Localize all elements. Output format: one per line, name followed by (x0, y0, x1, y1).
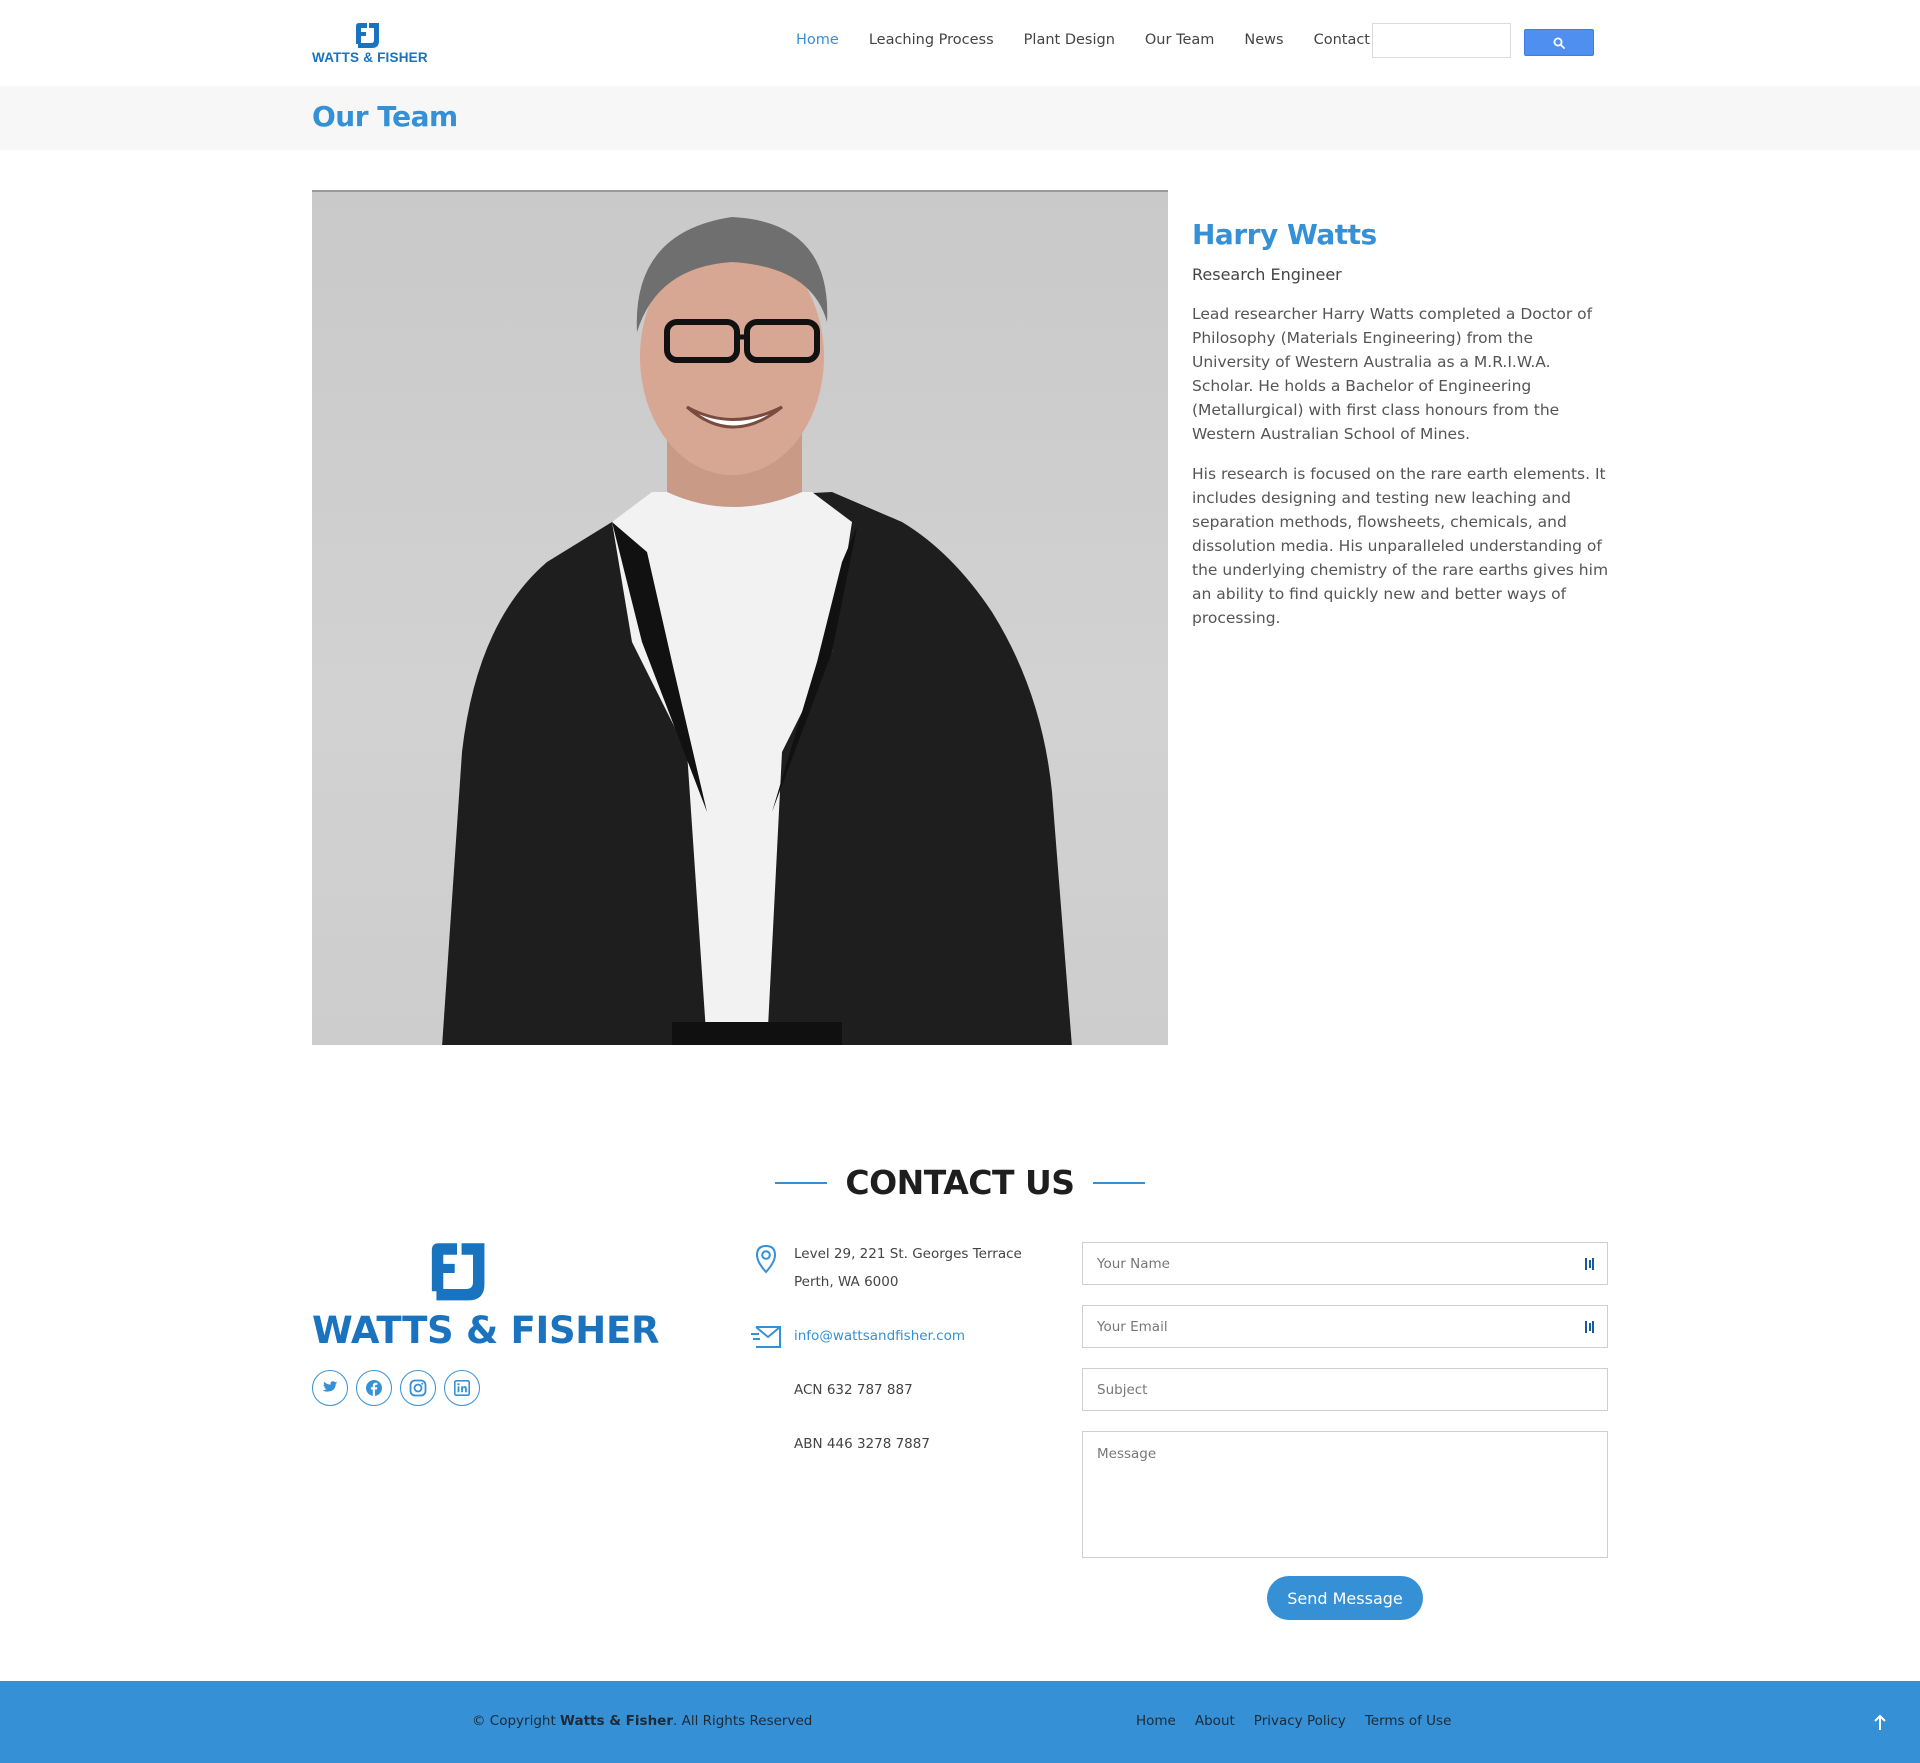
address-line: Level 29, 221 St. Georges Terrace (794, 1246, 1022, 1262)
acn-text: ACN 632 787 887 (794, 1382, 913, 1398)
instagram-icon (409, 1379, 427, 1397)
copyright-brand: Watts & Fisher (560, 1713, 673, 1729)
search-input[interactable] (1372, 23, 1511, 58)
password-manager-icon[interactable] (1585, 1319, 1595, 1335)
logo-mark-icon (356, 23, 379, 48)
nav-item-contact[interactable]: Contact (1314, 32, 1370, 48)
location-pin-icon (755, 1244, 777, 1274)
facebook-icon (366, 1380, 382, 1396)
nav-item-leaching-process[interactable]: Leaching Process (869, 32, 994, 48)
profile-photo (312, 190, 1168, 1045)
twitter-icon (322, 1381, 338, 1392)
footer-link-privacy-policy[interactable]: Privacy Policy (1254, 1713, 1346, 1729)
page-title: Our Team (312, 100, 458, 133)
copyright-prefix: © Copyright (472, 1713, 561, 1729)
main-nav: Home Leaching Process Plant Design Our T… (796, 32, 1400, 48)
password-manager-icon[interactable] (1585, 1256, 1595, 1272)
abn-text: ABN 446 3278 7887 (794, 1436, 930, 1452)
logo-wordmark: WATTS & FISHER (312, 1309, 660, 1352)
search-icon (1553, 37, 1565, 49)
nav-item-plant-design[interactable]: Plant Design (1024, 32, 1115, 48)
logo-mark-icon (431, 1243, 485, 1301)
nav-item-home[interactable]: Home (796, 32, 839, 48)
site-logo[interactable]: WATTS & FISHER (312, 22, 432, 68)
copyright: © Copyright Watts & Fisher. All Rights R… (472, 1713, 812, 1729)
instagram-link[interactable] (400, 1370, 436, 1406)
back-to-top-arrow-icon[interactable] (1872, 1713, 1888, 1731)
message-placeholder: Message (1097, 1446, 1157, 1462)
social-links (312, 1370, 488, 1406)
subject-placeholder: Subject (1097, 1381, 1148, 1398)
email-link[interactable]: info@wattsandfisher.com (794, 1322, 965, 1350)
site-footer: © Copyright Watts & Fisher. All Rights R… (0, 1681, 1920, 1763)
twitter-link[interactable] (312, 1370, 348, 1406)
nav-item-news[interactable]: News (1244, 32, 1283, 48)
profile-role: Research Engineer (1192, 265, 1342, 284)
logo-wordmark: WATTS & FISHER (312, 50, 428, 65)
linkedin-link[interactable] (444, 1370, 480, 1406)
profile-name: Harry Watts (1192, 218, 1377, 251)
search-button[interactable] (1524, 29, 1594, 56)
nav-item-our-team[interactable]: Our Team (1145, 32, 1215, 48)
envelope-icon (751, 1326, 781, 1348)
bio-paragraph: His research is focused on the rare eart… (1192, 465, 1609, 627)
site-header: WATTS & FISHER Home Leaching Process Pla… (0, 0, 1920, 86)
name-field[interactable]: Your Name (1082, 1242, 1608, 1285)
name-placeholder: Your Name (1097, 1255, 1170, 1272)
page-title-bar: Our Team (0, 86, 1920, 150)
footer-link-about[interactable]: About (1195, 1713, 1235, 1729)
address-line: Perth, WA 6000 (794, 1274, 899, 1290)
email-placeholder: Your Email (1097, 1318, 1168, 1335)
contact-heading: CONTACT US (0, 1163, 1920, 1202)
heading-divider (774, 1181, 827, 1184)
facebook-link[interactable] (356, 1370, 392, 1406)
heading-divider (1093, 1181, 1146, 1184)
send-message-button[interactable]: Send Message (1267, 1576, 1423, 1620)
footer-link-home[interactable]: Home (1136, 1713, 1176, 1729)
subject-field[interactable]: Subject (1082, 1368, 1608, 1411)
message-field[interactable]: Message (1082, 1431, 1608, 1558)
footer-links: Home About Privacy Policy Terms of Use (1136, 1713, 1470, 1729)
copyright-suffix: . All Rights Reserved (673, 1713, 813, 1729)
contact-title: CONTACT US (845, 1163, 1075, 1202)
bio-paragraph: Lead researcher Harry Watts completed a … (1192, 305, 1593, 443)
email-field[interactable]: Your Email (1082, 1305, 1608, 1348)
linkedin-icon (454, 1380, 470, 1396)
footer-link-terms-of-use[interactable]: Terms of Use (1365, 1713, 1452, 1729)
profile-bio: Harry Watts Research Engineer Lead resea… (1192, 218, 1612, 630)
